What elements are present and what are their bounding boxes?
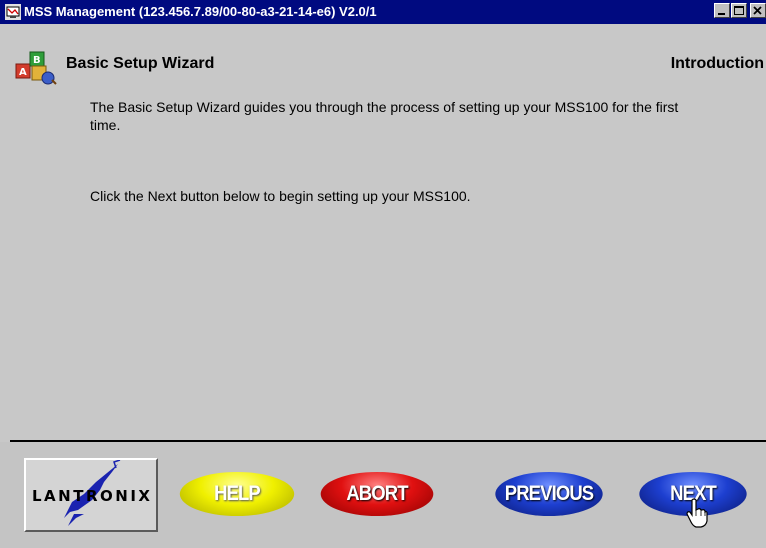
maximize-button[interactable]: [731, 3, 747, 18]
minimize-button[interactable]: [714, 3, 730, 18]
abort-button[interactable]: ABORT: [320, 472, 434, 516]
previous-button[interactable]: PREVIOUS: [495, 472, 603, 516]
lantronix-logo-icon: LANTRONIX: [32, 459, 150, 526]
instruction-paragraph: Click the Next button below to begin set…: [90, 188, 471, 204]
abort-label: ABORT: [346, 482, 408, 505]
help-label: HELP: [214, 482, 261, 505]
app-icon: [5, 4, 21, 20]
svg-text:A: A: [19, 67, 27, 78]
wizard-header: A B Basic Setup Wizard Introduction: [0, 24, 766, 85]
title-bar[interactable]: MSS Management (123.456.7.89/00-80-a3-21…: [0, 0, 766, 24]
close-button[interactable]: [750, 3, 766, 18]
window-title: MSS Management (123.456.7.89/00-80-a3-21…: [24, 4, 377, 19]
svg-text:B: B: [33, 55, 41, 66]
wizard-title: Basic Setup Wizard: [66, 55, 215, 72]
minimize-icon: [718, 13, 725, 15]
wizard-footer: LANTRONIX HELP ABORT PREVIOUS NEXT: [0, 442, 766, 548]
maximize-icon: [734, 6, 744, 15]
intro-paragraph: The Basic Setup Wizard guides you throug…: [90, 99, 679, 133]
lantronix-logo: LANTRONIX: [24, 458, 158, 532]
close-icon: [753, 6, 762, 15]
lantronix-logo-text: LANTRONIX: [32, 487, 150, 505]
wizard-blocks-icon: A B: [15, 51, 57, 85]
application-window: MSS Management (123.456.7.89/00-80-a3-21…: [0, 0, 766, 548]
help-button[interactable]: HELP: [179, 472, 295, 516]
window-controls: [714, 3, 766, 18]
hand-cursor-icon: [686, 498, 708, 528]
previous-label: PREVIOUS: [504, 482, 594, 505]
step-title: Introduction: [670, 55, 764, 72]
